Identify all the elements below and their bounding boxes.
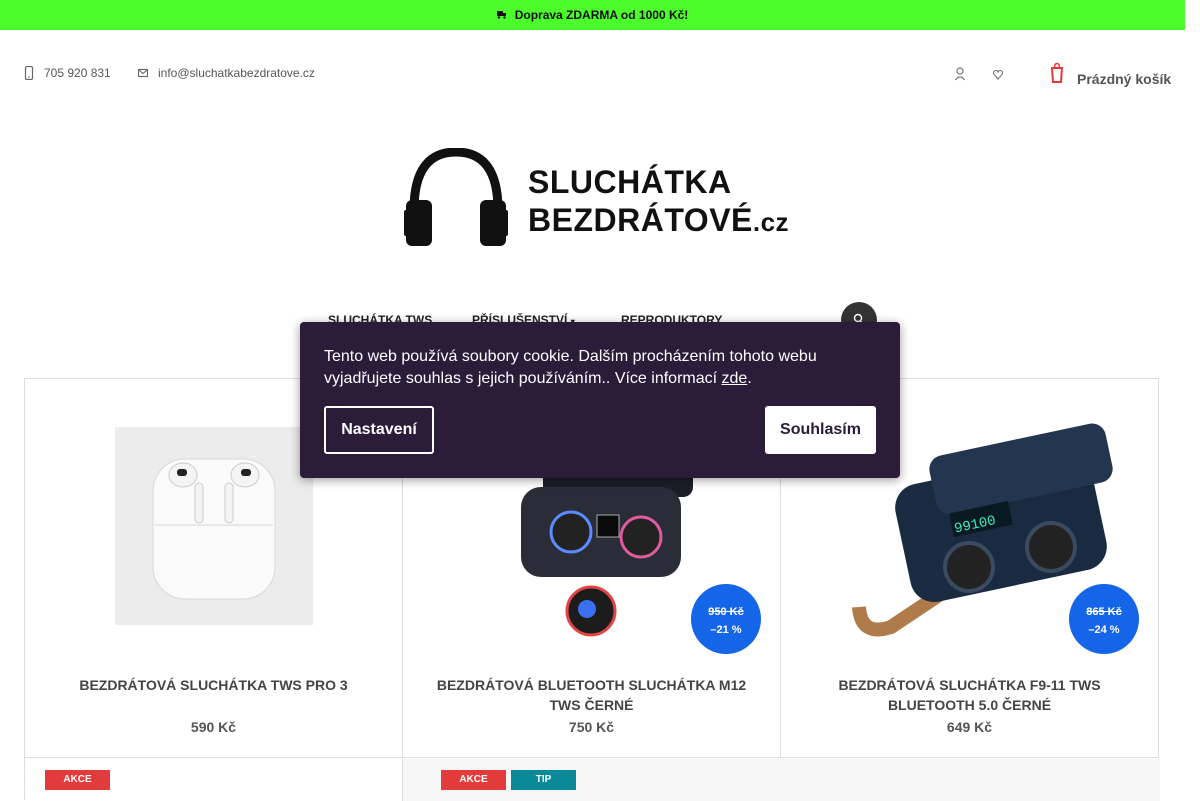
- product-price: 750 Kč: [568, 719, 615, 735]
- product-card-partial[interactable]: AKCE TIP: [403, 759, 1160, 801]
- product-card-partial[interactable]: AKCE: [25, 759, 403, 801]
- flag-akce: AKCE: [45, 770, 110, 790]
- product-price: 590 Kč: [190, 719, 237, 735]
- user-icon[interactable]: [955, 66, 965, 82]
- phone-contact[interactable]: 705 920 831: [24, 66, 111, 80]
- email-contact[interactable]: info@sluchatkabezdratove.cz: [138, 66, 315, 80]
- cookie-message: Tento web používá soubory cookie. Dalším…: [324, 348, 817, 387]
- discount-badge: 865 Kč –24 %: [1069, 584, 1139, 654]
- old-price: 950 Kč: [708, 606, 744, 618]
- cookie-dialog: Tento web používá soubory cookie. Dalším…: [300, 322, 900, 478]
- site-logo[interactable]: SLUCHÁTKA BEZDRÁTOVÉ.cz: [404, 148, 789, 250]
- discount-badge: 950 Kč –21 %: [691, 584, 761, 654]
- discount-percent: –21 %: [710, 624, 742, 636]
- cart-icon[interactable]: [1050, 62, 1064, 84]
- email-address: info@sluchatkabezdratove.cz: [158, 66, 315, 80]
- cookie-agree-button[interactable]: Souhlasím: [765, 406, 876, 454]
- product-price: 649 Kč: [946, 719, 993, 735]
- product-name[interactable]: BEZDRÁTOVÁ SLUCHÁTKA F9-11 TWS BLUETOOTH…: [801, 675, 1138, 715]
- heart-icon[interactable]: [993, 66, 1003, 82]
- flag-akce: AKCE: [441, 770, 506, 790]
- free-shipping-text: Doprava ZDARMA od 1000 Kč!: [514, 8, 689, 22]
- discount-percent: –24 %: [1088, 624, 1120, 636]
- header-icons: [955, 66, 1003, 82]
- more-info-link[interactable]: zde: [722, 370, 748, 387]
- logo-line1: SLUCHÁTKA: [528, 164, 732, 200]
- phone-number: 705 920 831: [44, 66, 111, 80]
- headphones-logo-icon: [404, 148, 508, 246]
- free-shipping-bar: Doprava ZDARMA od 1000 Kč!: [0, 0, 1185, 30]
- flag-tip: TIP: [511, 770, 576, 790]
- product-name[interactable]: BEZDRÁTOVÁ BLUETOOTH SLUCHÁTKA M12 TWS Č…: [423, 675, 760, 715]
- product-name[interactable]: BEZDRÁTOVÁ SLUCHÁTKA TWS PRO 3: [45, 675, 382, 695]
- envelope-icon: [138, 68, 148, 78]
- phone-icon: [24, 66, 34, 80]
- truck-icon: [496, 11, 506, 19]
- logo-line2: BEZDRÁTOVÉ.cz: [528, 202, 790, 238]
- old-price: 865 Kč: [1086, 606, 1122, 618]
- cookie-settings-button[interactable]: Nastavení: [324, 406, 434, 454]
- cart-label[interactable]: Prázdný košík: [1077, 71, 1171, 87]
